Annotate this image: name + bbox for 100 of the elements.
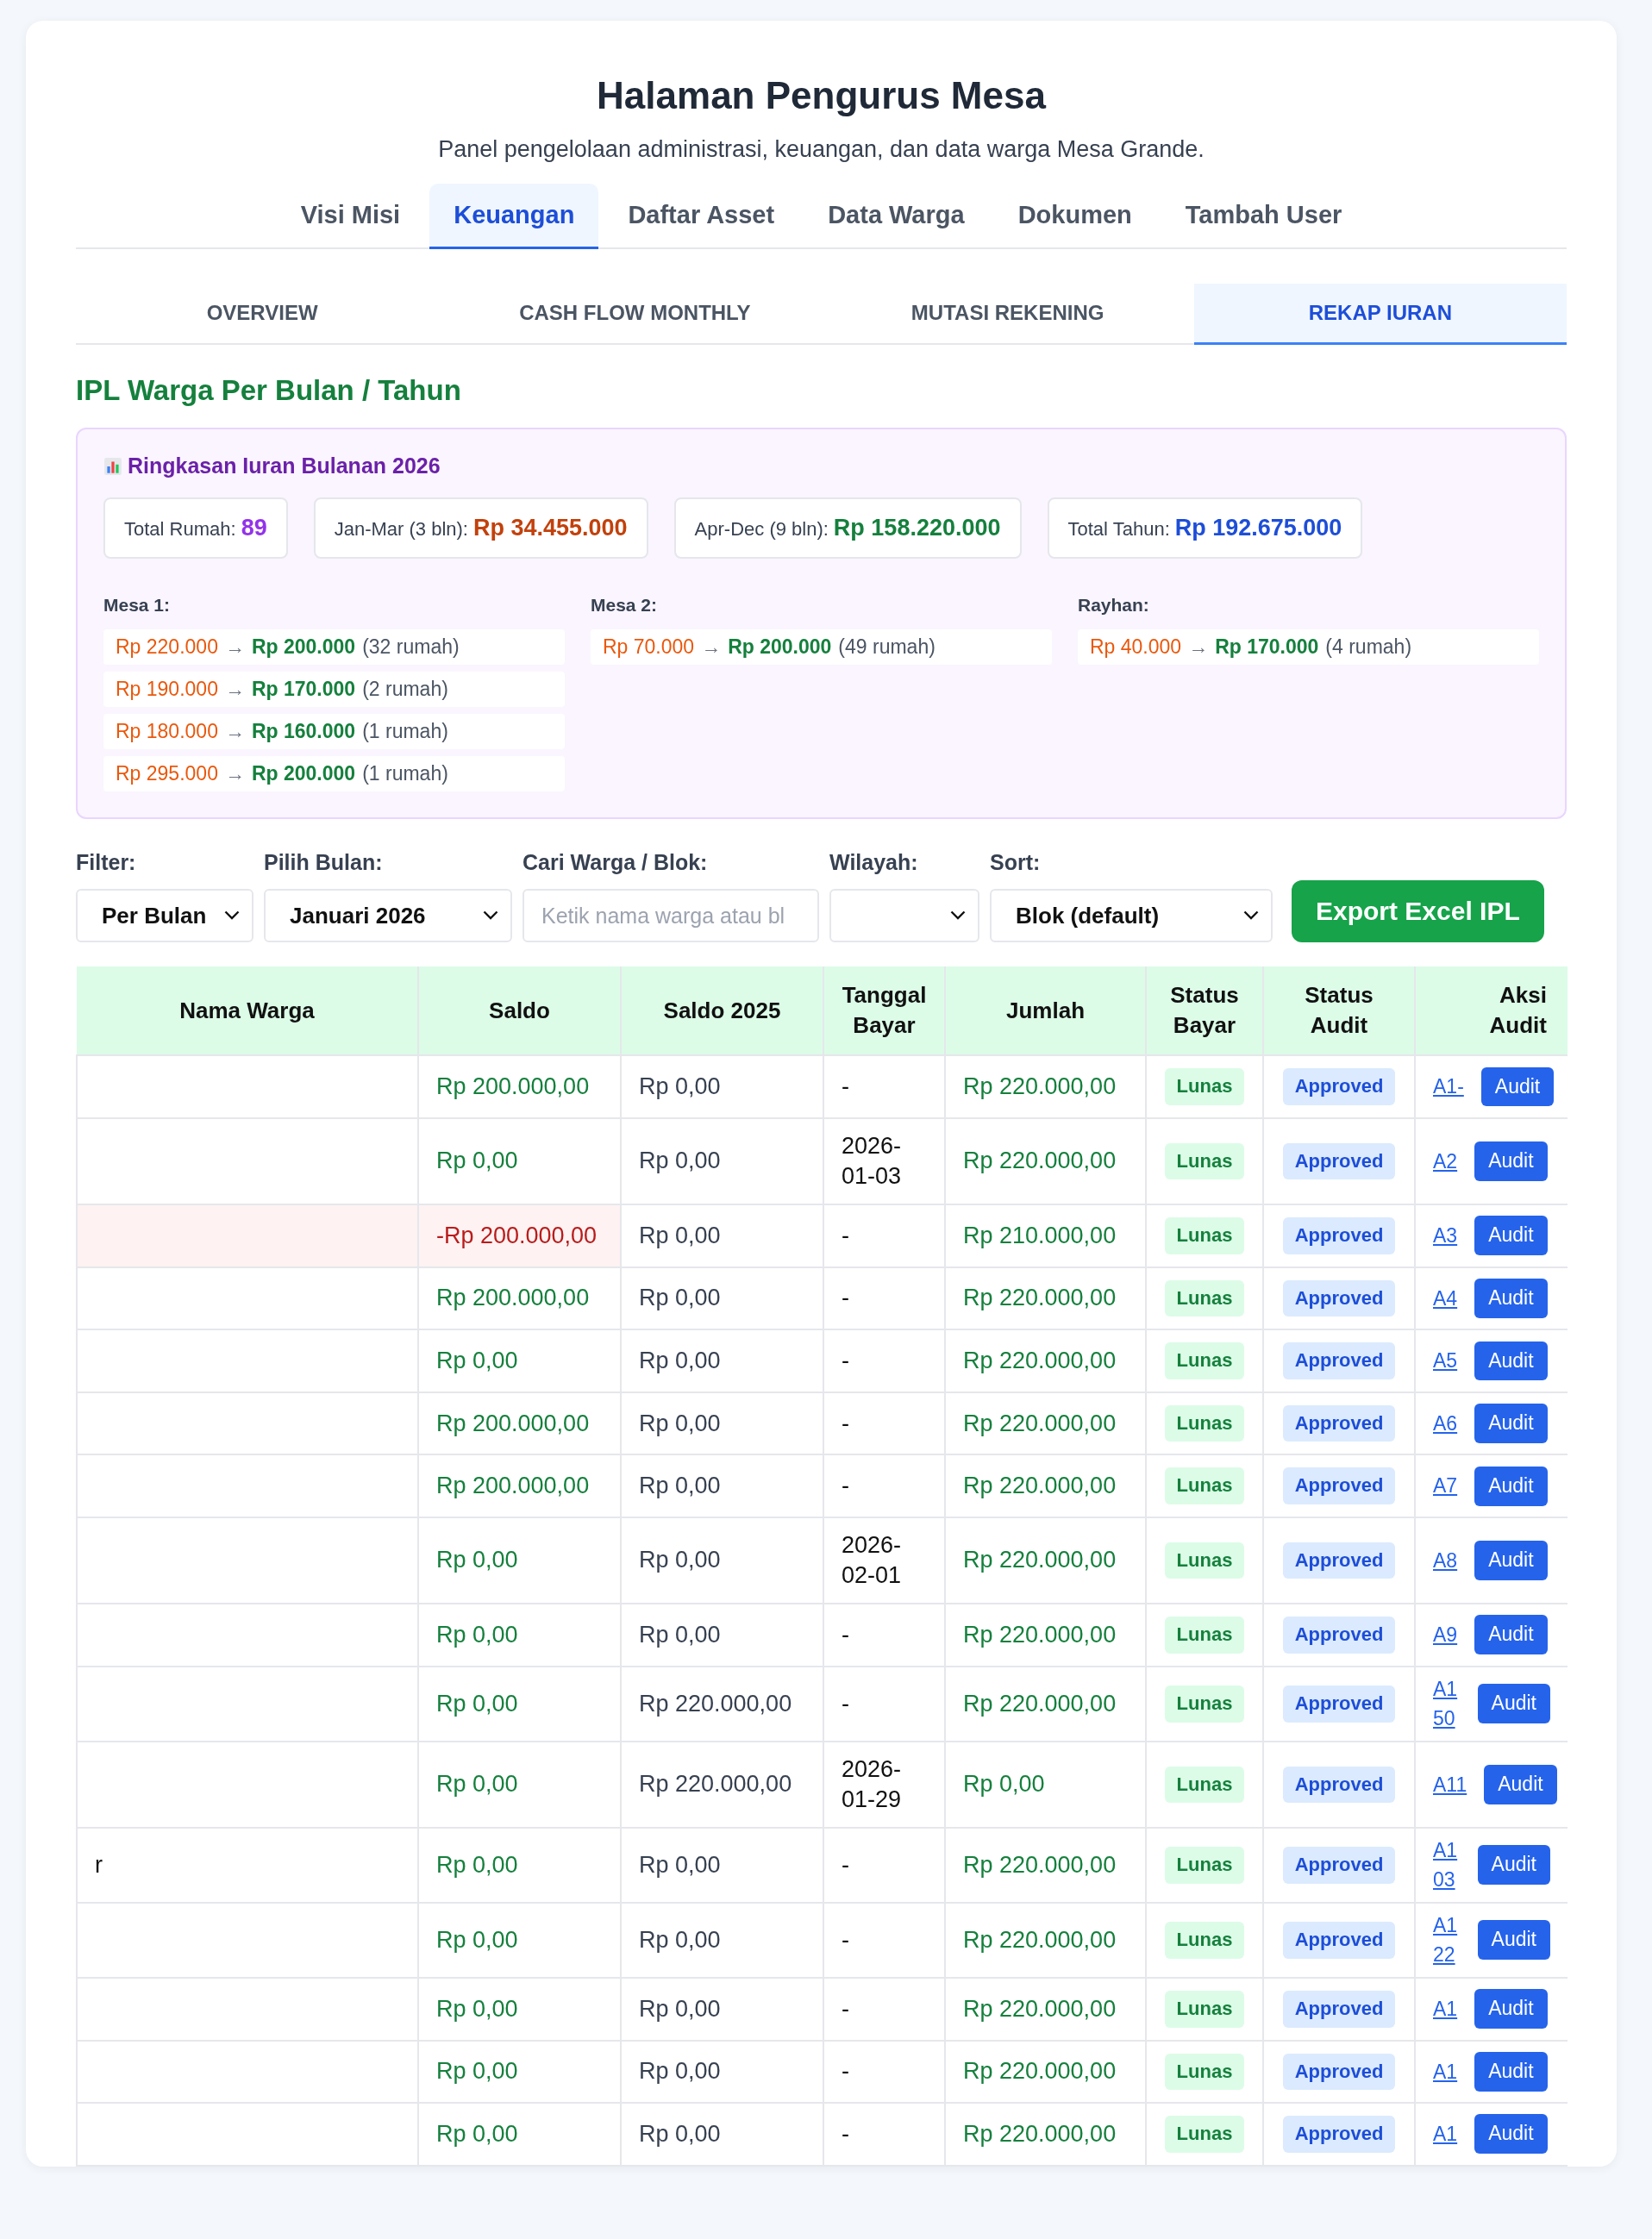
sub-tab[interactable]: REKAP IURAN [1193, 284, 1567, 345]
audit-link[interactable]: A1- [1433, 1072, 1464, 1102]
audit-link[interactable]: A1 03 [1433, 1835, 1461, 1895]
amount-cell: Rp 220.000,00 [945, 1604, 1146, 1667]
date-cell: - [823, 2040, 945, 2104]
filter-dropdown[interactable]: Per Bulan [76, 889, 253, 942]
sub-tab[interactable]: MUTASI REKENING [821, 284, 1194, 345]
balance-cell: Rp 200.000,00 [418, 1392, 621, 1455]
audit-button[interactable]: Audit [1474, 1216, 1548, 1256]
amount-cell: Rp 210.000,00 [945, 1204, 1146, 1267]
column-header: Nama Warga [77, 966, 418, 1056]
new-rate: Rp 200.000 [728, 635, 832, 659]
audit-button[interactable]: Audit [1474, 1141, 1548, 1181]
column-header: Saldo [418, 966, 621, 1056]
audit-link[interactable]: A6 [1433, 1408, 1458, 1439]
audit-link[interactable]: A7 [1433, 1471, 1458, 1501]
arrow-glyph: → [224, 678, 245, 701]
audit-link[interactable]: A8 [1433, 1545, 1458, 1576]
balance-2025-cell: Rp 0,00 [621, 1266, 823, 1330]
audit-button[interactable]: Audit [1477, 1920, 1550, 1961]
audit-button[interactable]: Audit [1474, 2114, 1548, 2155]
audit-status-badge: Approved [1282, 2116, 1396, 2153]
sort-label: Sort: [990, 850, 1042, 875]
audit-status-badge: Approved [1282, 1922, 1396, 1959]
audit-status-badge: Approved [1282, 1766, 1396, 1804]
audit-status-badge: Approved [1282, 2053, 1396, 2091]
audit-button[interactable]: Audit [1484, 1764, 1557, 1804]
export-button[interactable]: Export Excel IPL [1292, 880, 1544, 942]
main-tab[interactable]: Data Warga [804, 184, 989, 249]
audit-button[interactable]: Audit [1477, 1845, 1550, 1886]
balance-2025-cell: Rp 0,00 [621, 1117, 823, 1204]
audit-button[interactable]: Audit [1474, 1615, 1548, 1655]
audit-button[interactable]: Audit [1474, 1404, 1548, 1443]
date-cell: - [823, 1266, 945, 1330]
amount-cell: Rp 220.000,00 [945, 1055, 1146, 1118]
chevron-down-icon [1243, 910, 1259, 921]
main-tab[interactable]: Dokumen [993, 184, 1156, 249]
audit-button[interactable]: Audit [1474, 1989, 1548, 2029]
balance-2025-cell: Rp 0,00 [621, 1454, 823, 1517]
audit-button[interactable]: Audit [1474, 1466, 1548, 1506]
house-count: (4 rumah) [1325, 635, 1412, 659]
new-rate: Rp 160.000 [251, 720, 356, 743]
sort-dropdown[interactable]: Blok (default) [990, 889, 1273, 942]
audit-link[interactable]: A1 22 [1433, 1910, 1461, 1970]
audit-button[interactable]: Audit [1474, 1541, 1548, 1580]
balance-2025-cell: Rp 0,00 [621, 1604, 823, 1667]
balance-2025-cell: Rp 0,00 [621, 1392, 823, 1455]
audit-button[interactable]: Audit [1477, 1684, 1550, 1724]
sub-tab[interactable]: OVERVIEW [76, 284, 449, 345]
column-header: Saldo 2025 [621, 966, 823, 1056]
audit-link[interactable]: A1 [1433, 1993, 1458, 2024]
audit-link[interactable]: A1 50 [1433, 1673, 1461, 1734]
column-header: Aksi Audit [1415, 966, 1568, 1056]
stat-label: Total Rumah: [124, 518, 236, 541]
new-rate: Rp 170.000 [251, 678, 356, 701]
main-tab[interactable]: Daftar Asset [604, 184, 799, 249]
audit-link[interactable]: A11 [1433, 1769, 1467, 1800]
chevron-down-icon [950, 910, 966, 921]
audit-status-badge: Approved [1282, 1216, 1396, 1254]
audit-link[interactable]: A1 [1433, 2119, 1458, 2149]
main-tab[interactable]: Visi Misi [276, 184, 425, 249]
amount-cell: Rp 220.000,00 [945, 1266, 1146, 1330]
chevron-down-icon [224, 910, 240, 921]
balance-2025-cell: Rp 0,00 [621, 1827, 823, 1903]
balance-2025-cell: Rp 220.000,00 [621, 1741, 823, 1828]
month-dropdown[interactable]: Januari 2026 [264, 889, 512, 942]
main-tab[interactable]: Keuangan [429, 184, 599, 249]
audit-link[interactable]: A4 [1433, 1283, 1458, 1314]
audit-button[interactable]: Audit [1480, 1066, 1555, 1107]
group-label: Mesa 2: [591, 595, 659, 616]
payment-status-badge: Lunas [1164, 1279, 1245, 1317]
region-dropdown[interactable] [829, 889, 979, 942]
column-header: Status Audit [1263, 966, 1415, 1056]
payment-status-badge: Lunas [1164, 1142, 1245, 1180]
date-cell: - [823, 1902, 945, 1978]
audit-button[interactable]: Audit [1474, 2051, 1548, 2092]
amount-cell: Rp 220.000,00 [945, 2040, 1146, 2104]
column-header: Jumlah [945, 966, 1146, 1056]
bar-chart-icon [103, 456, 122, 476]
main-tab[interactable]: Tambah User [1161, 184, 1367, 249]
amount-cell: Rp 220.000,00 [945, 1392, 1146, 1455]
audit-button[interactable]: Audit [1474, 1278, 1548, 1318]
audit-link[interactable]: A2 [1433, 1146, 1458, 1177]
audit-link[interactable]: A1 [1433, 2056, 1458, 2087]
audit-link[interactable]: A5 [1433, 1346, 1458, 1376]
audit-button[interactable]: Audit [1474, 1341, 1548, 1381]
balance-cell: Rp 200.000,00 [418, 1266, 621, 1330]
date-cell: - [823, 1204, 945, 1267]
audit-status-badge: Approved [1282, 1142, 1396, 1180]
date-cell: - [823, 1392, 945, 1455]
search-field[interactable]: Ketik nama warga atau bl [523, 889, 819, 942]
search-label: Cari Warga / Blok: [523, 850, 709, 875]
audit-link[interactable]: A9 [1433, 1620, 1458, 1650]
arrow-glyph: → [701, 635, 722, 659]
sub-tab[interactable]: CASH FLOW MONTHLY [448, 284, 822, 345]
balance-cell: Rp 0,00 [418, 1604, 621, 1667]
chevron-down-icon [483, 910, 498, 921]
audit-link[interactable]: A3 [1433, 1221, 1458, 1251]
amount-cell: Rp 0,00 [945, 1741, 1146, 1828]
date-cell: - [823, 1454, 945, 1517]
